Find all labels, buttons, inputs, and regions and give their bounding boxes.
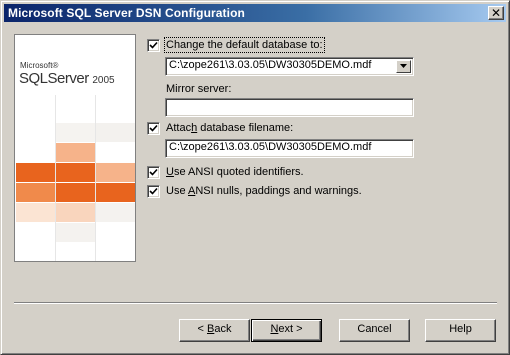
attach-db-filename-input[interactable]: C:\zope261\3.03.05\DW30305DEMO.mdf — [165, 139, 414, 158]
back-label-part: ack — [214, 323, 232, 335]
default-database-value: C:\zope261\3.03.05\DW30305DEMO.mdf — [169, 59, 372, 71]
change-default-db-checkbox[interactable] — [147, 39, 160, 52]
decor-tile — [56, 143, 95, 162]
cancel-button[interactable]: Cancel — [339, 319, 410, 342]
mirror-server-label: Mirror server: — [166, 83, 232, 95]
decor-tile — [56, 203, 95, 222]
attach-db-label[interactable]: Attach database filename: — [166, 122, 293, 134]
decor-tile — [56, 123, 95, 142]
decor-tile — [16, 183, 55, 202]
logo-product: SQLServer 2005 — [19, 70, 115, 87]
ansi-nulls-checkbox[interactable] — [147, 185, 160, 198]
ansi-quoted-identifiers-label[interactable]: Use ANSI quoted identifiers. — [166, 166, 304, 178]
title-bar[interactable]: Microsoft SQL Server DSN Configuration ✕ — [4, 4, 506, 22]
logo-product-name: SQLServer — [19, 70, 89, 87]
ansi-quoted-accelerator: U — [166, 166, 174, 178]
ansi-nulls-label-part: Use — [166, 185, 189, 197]
decor-tile — [96, 183, 135, 202]
next-button[interactable]: Next > — [251, 319, 322, 342]
next-label-part: ext > — [278, 323, 303, 335]
attach-label-part: Attac — [166, 122, 192, 134]
decor-tile — [96, 123, 135, 142]
back-arrow: < — [197, 323, 207, 335]
separator-line — [14, 302, 497, 304]
checkmark-icon — [149, 168, 158, 176]
checkmark-icon — [149, 41, 158, 49]
decor-tile — [16, 203, 55, 222]
change-default-db-label[interactable]: Change the default database to: — [164, 37, 325, 53]
sql-server-logo-panel: Microsoft® SQLServer 2005 — [14, 34, 136, 262]
ansi-quoted-identifiers-checkbox[interactable] — [147, 166, 160, 179]
checkmark-icon — [149, 187, 158, 195]
decor-tile — [56, 183, 95, 202]
decor-tile — [96, 163, 135, 182]
attach-db-checkbox[interactable] — [147, 122, 160, 135]
ansi-quoted-label-part: se ANSI quoted identifiers. — [173, 166, 304, 178]
mirror-server-input[interactable] — [165, 98, 414, 117]
decor-tile — [56, 223, 95, 242]
help-button[interactable]: Help — [425, 319, 496, 342]
chevron-down-icon — [400, 64, 407, 68]
ansi-nulls-label-part: NSI nulls, paddings and warnings. — [195, 185, 362, 197]
decor-tile — [56, 163, 95, 182]
decor-tile — [96, 203, 135, 222]
logo-year: 2005 — [92, 75, 115, 86]
dsn-config-dialog: Microsoft SQL Server DSN Configuration ✕… — [0, 0, 510, 355]
window-title: Microsoft SQL Server DSN Configuration — [8, 6, 245, 20]
attach-label-part: database filename: — [197, 122, 294, 134]
checkmark-icon — [149, 124, 158, 132]
back-button[interactable]: < Back — [179, 319, 250, 342]
default-database-combobox[interactable]: C:\zope261\3.03.05\DW30305DEMO.mdf — [165, 57, 414, 76]
dropdown-button[interactable] — [396, 60, 411, 73]
close-button[interactable]: ✕ — [488, 6, 504, 20]
ansi-nulls-label[interactable]: Use ANSI nulls, paddings and warnings. — [166, 185, 362, 197]
decor-tile — [16, 163, 55, 182]
close-icon: ✕ — [490, 6, 502, 20]
logo-brand: Microsoft® — [20, 61, 59, 70]
